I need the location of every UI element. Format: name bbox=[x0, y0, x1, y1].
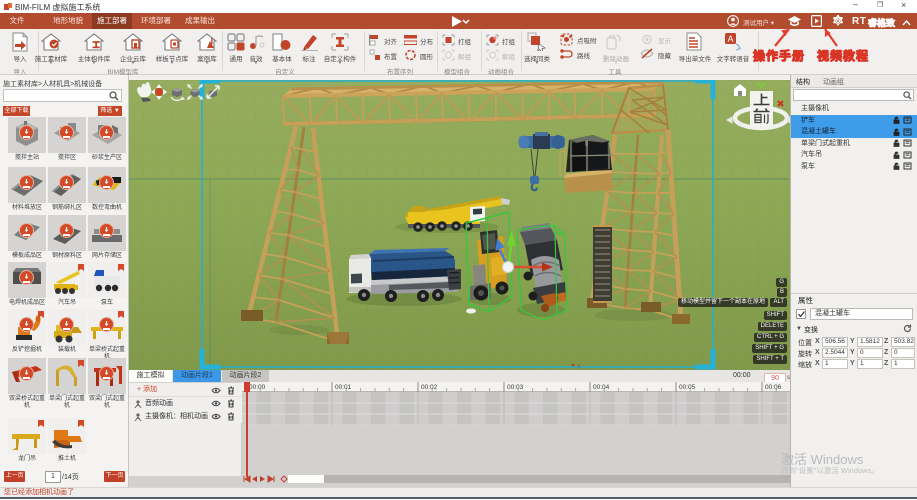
svg-text:00:03: 00:03 bbox=[507, 384, 524, 391]
svg-text:A: A bbox=[727, 34, 733, 44]
svg-text:00:02: 00:02 bbox=[421, 384, 438, 391]
svg-text:00:01: 00:01 bbox=[335, 384, 352, 391]
svg-text:00:06: 00:06 bbox=[765, 384, 782, 391]
svg-text:00:04: 00:04 bbox=[593, 384, 610, 391]
svg-text:00:00: 00:00 bbox=[249, 384, 266, 391]
svg-text:00:05: 00:05 bbox=[679, 384, 696, 391]
